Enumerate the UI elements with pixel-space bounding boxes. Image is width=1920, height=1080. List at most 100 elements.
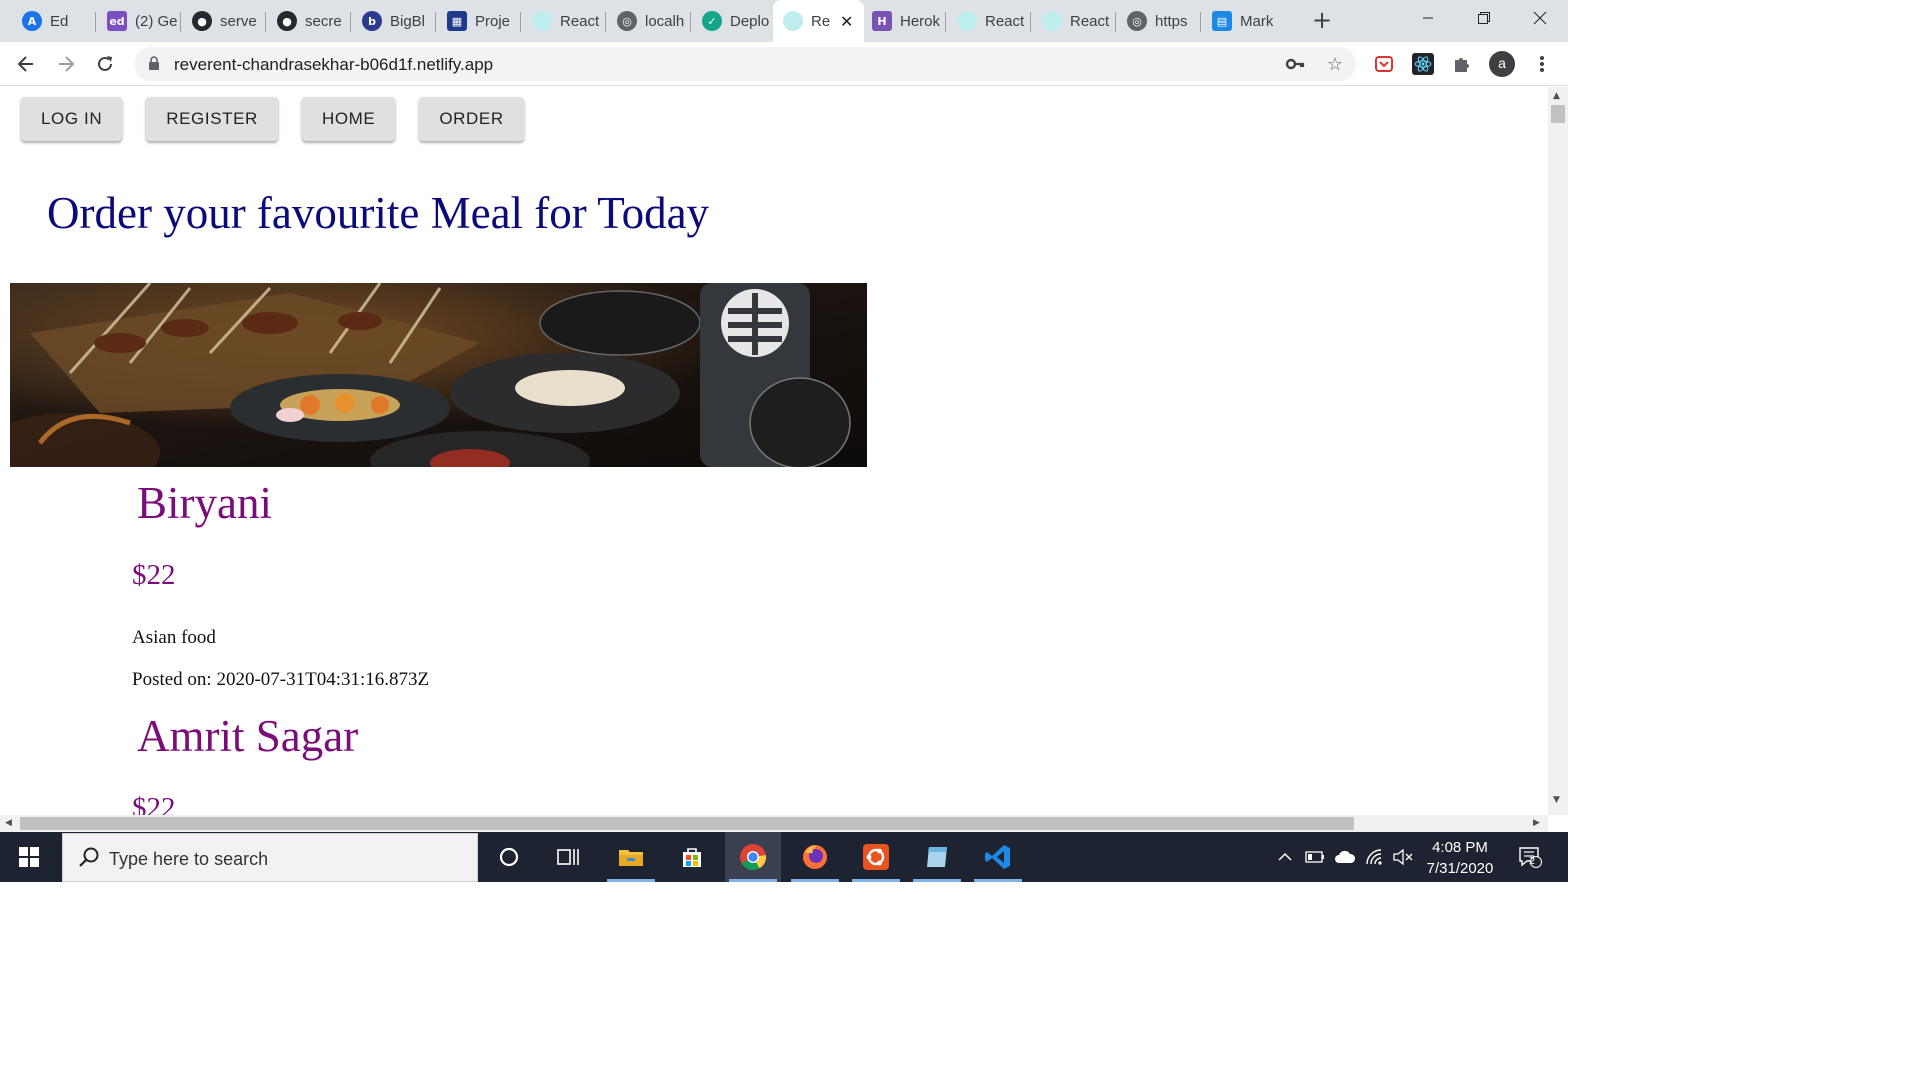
url-text[interactable]: reverent-chandrasekhar-b06d1f.netlify.ap…	[174, 55, 493, 75]
meal-price: $22	[132, 792, 176, 815]
action-center-button[interactable]: 2	[1512, 832, 1548, 882]
site-navbar: LOG IN REGISTER HOME ORDER	[21, 97, 548, 141]
profile-avatar[interactable]: a	[1489, 51, 1515, 77]
new-tab-button[interactable]: +	[1308, 7, 1336, 35]
onedrive-cloud-icon[interactable]	[1332, 832, 1358, 882]
page-viewport: LOG IN REGISTER HOME ORDER Order your fa…	[0, 87, 1548, 815]
wifi-icon[interactable]	[1362, 832, 1388, 882]
file-explorer-app[interactable]	[603, 832, 659, 882]
tab-title: Herok	[900, 12, 941, 30]
globe-icon: ◎	[1127, 11, 1147, 31]
bigblue-icon: b	[362, 11, 382, 31]
scroll-right-arrow-icon[interactable]: ▶	[1533, 818, 1540, 828]
ed-icon: A	[22, 11, 42, 31]
taskbar-clock[interactable]: 4:08 PM 7/31/2020	[1418, 837, 1502, 879]
cortana-circle-icon	[499, 847, 519, 867]
github-icon: ●	[192, 11, 212, 31]
deploy-icon: ✓	[702, 11, 722, 31]
register-button[interactable]: REGISTER	[146, 97, 278, 141]
minimize-button[interactable]	[1400, 0, 1456, 36]
extensions-puzzle-icon[interactable]	[1450, 52, 1474, 76]
horizontal-scroll-thumb[interactable]	[20, 817, 1354, 830]
microsoft-store-app[interactable]	[664, 832, 720, 882]
order-button[interactable]: ORDER	[419, 97, 524, 141]
speaker-muted-icon[interactable]	[1390, 832, 1416, 882]
tab-title: React	[985, 12, 1025, 30]
lock-icon	[149, 56, 159, 70]
taskbar-search-box[interactable]: Type here to search	[62, 833, 478, 882]
browser-tab[interactable]: b BigBl	[352, 6, 433, 36]
chrome-menu-icon[interactable]	[1530, 52, 1554, 76]
browser-tab[interactable]: A Ed	[12, 6, 93, 36]
task-view-button[interactable]	[540, 832, 596, 882]
ubuntu-icon	[863, 844, 889, 870]
browser-tab[interactable]: ● secre	[267, 6, 348, 36]
tab-title: Re	[811, 12, 831, 30]
firefox-app[interactable]	[787, 832, 843, 882]
windows-logo-icon	[19, 847, 39, 867]
chrome-app[interactable]	[725, 832, 781, 882]
tab-separator	[265, 12, 266, 32]
browser-tab[interactable]: ◎ localh	[607, 6, 688, 36]
browser-tab[interactable]: ✓ Deplo	[692, 6, 773, 36]
vertical-scroll-thumb[interactable]	[1551, 105, 1565, 123]
tab-title: secre	[305, 12, 342, 30]
tab-title: React	[560, 12, 600, 30]
react-devtools-icon[interactable]	[1411, 52, 1435, 76]
browser-tab[interactable]: ● serve	[182, 6, 263, 36]
browser-tab[interactable]: ◎ https	[1117, 6, 1198, 36]
github-icon: ●	[277, 11, 297, 31]
browser-tab[interactable]: React	[1032, 6, 1113, 36]
restore-button[interactable]	[1456, 0, 1512, 36]
scroll-up-arrow-icon[interactable]: ▲	[1553, 91, 1560, 101]
search-placeholder[interactable]: Type here to search	[109, 849, 268, 870]
vertical-scrollbar[interactable]: ▲ ▼	[1548, 87, 1568, 815]
netlify-icon	[532, 11, 552, 31]
tab-separator	[1200, 12, 1201, 32]
scroll-left-arrow-icon[interactable]: ◀	[5, 818, 12, 828]
task-view-icon	[557, 849, 579, 865]
battery-icon[interactable]	[1302, 832, 1328, 882]
tray-overflow-chevron-icon[interactable]	[1272, 832, 1298, 882]
browser-tab[interactable]: ▦ Proje	[437, 6, 518, 36]
login-button[interactable]: LOG IN	[21, 97, 123, 141]
cortana-button[interactable]	[481, 832, 537, 882]
browser-tab[interactable]: Re ✕	[773, 0, 864, 42]
tab-title: (2) Ge	[135, 12, 178, 30]
key-icon[interactable]	[1284, 54, 1306, 76]
browser-tab[interactable]: ed (2) Ge	[97, 6, 178, 36]
browser-tab[interactable]: React	[947, 6, 1028, 36]
browser-tab[interactable]: ▤ Mark	[1202, 6, 1283, 36]
tab-title: localh	[645, 12, 685, 30]
close-icon	[1533, 11, 1547, 25]
scroll-down-arrow-icon[interactable]: ▼	[1553, 795, 1560, 805]
tab-close-icon[interactable]: ✕	[840, 12, 856, 31]
pocket-extension-icon[interactable]	[1372, 52, 1396, 76]
horizontal-scrollbar[interactable]: ◀ ▶	[0, 815, 1548, 832]
browser-tab[interactable]: React	[522, 6, 603, 36]
forward-button[interactable]	[52, 50, 80, 78]
tab-title: BigBl	[390, 12, 426, 30]
marketplace-icon: ▤	[1212, 11, 1232, 31]
home-button[interactable]: HOME	[301, 97, 396, 141]
vscode-app[interactable]	[970, 832, 1026, 882]
ubuntu-app[interactable]	[848, 832, 904, 882]
forward-arrow-icon	[59, 56, 75, 72]
address-bar[interactable]: reverent-chandrasekhar-b06d1f.netlify.ap…	[134, 47, 1356, 81]
restore-icon	[1478, 12, 1490, 24]
ed-badge-icon: ed	[107, 11, 127, 31]
notes-paper-icon	[927, 847, 947, 867]
browser-tab[interactable]: H Herok	[862, 6, 943, 36]
back-button[interactable]	[12, 50, 40, 78]
start-button[interactable]	[0, 832, 58, 882]
tab-separator	[95, 12, 96, 32]
reload-button[interactable]	[91, 50, 119, 78]
meal-description: Asian food	[132, 627, 216, 648]
notes-app[interactable]	[909, 832, 965, 882]
tab-separator	[1115, 12, 1116, 32]
meal-hero-image	[10, 283, 867, 467]
bookmark-star-icon[interactable]: ☆	[1324, 54, 1346, 76]
windows-taskbar: Type here to search 4:08 PM 7/31/2020 2	[0, 832, 1568, 882]
netlify-icon	[783, 11, 803, 31]
close-window-button[interactable]	[1512, 0, 1568, 36]
